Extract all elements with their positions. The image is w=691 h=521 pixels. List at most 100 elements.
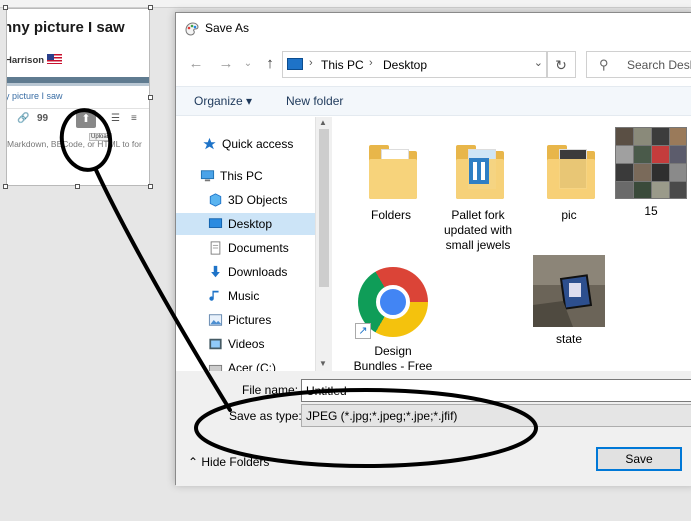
scroll-down-icon[interactable]: ▼ [319,359,327,368]
save-as-type-select[interactable]: JPEG (*.jpg;*.jpeg;*.jpe;*.jfif) [301,404,691,427]
selection-handle[interactable] [148,95,153,100]
hide-folders-toggle[interactable]: ⌃ Hide Folders [188,455,269,469]
search-icon: ⚲ [599,57,609,72]
nav-label: Documents [228,241,289,255]
nav-item-desktop[interactable]: Desktop [176,213,315,235]
photo-grid-thumbnail [615,127,687,199]
header-subbar [7,83,149,86]
file-item-15[interactable]: 15 [611,127,691,219]
nav-scrollbar[interactable]: ▲ ▼ [316,117,332,371]
address-bar[interactable]: › This PC › Desktop ⌄ [282,51,548,78]
nav-item-downloads[interactable]: Downloads [176,261,315,283]
file-item-state[interactable]: state [529,255,609,347]
video-icon [209,338,222,350]
refresh-button[interactable]: ↻ [546,51,576,78]
list-icon[interactable]: ☰ [111,113,120,124]
file-name: pic [561,208,577,222]
divider [7,108,149,109]
save-button[interactable]: Save [596,447,682,471]
file-item-design-bundles[interactable]: ↗ Design Bundles - Free and [353,267,433,371]
nav-item-videos[interactable]: Videos [176,333,315,355]
file-name-label: File name: [242,383,299,397]
document-icon [210,241,221,255]
chevron-down-icon[interactable]: ⌄ [534,56,543,69]
download-icon [211,265,220,278]
pasted-forum-screenshot: nny picture I saw Harrison y picture I s… [6,8,150,186]
dialog-title: Save As [205,21,250,35]
cube-icon [209,193,222,207]
nav-item-pictures[interactable]: Pictures [176,309,315,331]
desktop-icon [208,218,223,228]
search-box[interactable]: ⚲ Search Desktop [586,51,691,78]
save-as-dialog: Save As ← → ⌄ ↑ › This PC › Desktop ⌄ ↻ … [175,12,691,486]
breadcrumb-this-pc[interactable]: This PC [321,58,364,72]
nav-label: Downloads [228,265,288,279]
scroll-up-icon[interactable]: ▲ [319,118,327,127]
file-item-pallet-fork[interactable]: Pallet fork updated with small jewels [438,131,518,253]
search-placeholder: Search Desktop [627,58,691,72]
star-icon [203,137,216,150]
nav-label: This PC [220,169,263,183]
numbered-list-icon[interactable]: ≡ [131,113,137,124]
file-name: 15 [644,204,658,218]
navigation-row: ← → ⌄ ↑ › This PC › Desktop ⌄ ↻ ⚲ Search… [176,49,691,79]
folder-icon [533,131,605,205]
nav-label: Music [228,289,260,303]
upload-button[interactable]: ⬆ [76,110,96,128]
author-name: Harrison [6,55,45,66]
folder-icon [442,131,514,205]
breadcrumb-desktop[interactable]: Desktop [383,58,427,72]
pictures-icon [208,314,223,326]
file-item-folders[interactable]: Folders [351,131,431,223]
selection-handle[interactable] [3,184,8,189]
organize-button[interactable]: Organize ▾ [194,94,252,108]
photo-thumbnail [533,255,605,327]
nav-item-music[interactable]: Music [176,285,315,307]
nav-item-quick-access[interactable]: Quick access [176,133,315,155]
file-item-pic[interactable]: pic [529,131,609,223]
music-icon [209,290,219,301]
recent-dropdown-icon[interactable]: ⌄ [238,54,258,74]
this-pc-icon [287,58,303,70]
selection-handle[interactable] [148,5,153,10]
paint-app-icon [185,22,199,36]
scroll-thumb[interactable] [319,129,329,287]
nav-item-this-pc[interactable]: This PC [176,165,315,187]
nav-item-3d-objects[interactable]: 3D Objects [176,189,315,211]
post-author: Harrison [6,54,63,66]
breadcrumb-link[interactable]: y picture I saw [7,91,63,101]
selection-handle[interactable] [75,184,80,189]
nav-item-drive-c[interactable]: Acer (C:) [176,357,315,371]
chevron-right-icon: › [369,57,373,69]
chevron-up-icon: ⌃ [188,455,202,469]
nav-label: Pictures [228,313,272,327]
up-arrow-icon[interactable]: ↑ [260,54,280,74]
quote-icon[interactable]: 99 [37,113,48,124]
shortcut-arrow-icon: ↗ [355,323,371,339]
save-options-panel: File name: Untitled Save as type: JPEG (… [176,371,691,486]
link-icon[interactable]: 🔗 [17,113,29,124]
selection-handle[interactable] [148,184,153,189]
nav-label: Videos [228,337,265,351]
file-name: Design Bundles - Free and [353,344,433,371]
editor-hint: Markdown, BBCode, or HTML to for [7,139,142,149]
back-arrow-icon[interactable]: ← [186,54,206,74]
nav-label: 3D Objects [228,193,288,207]
forward-arrow-icon[interactable]: → [216,54,236,74]
post-title: nny picture I saw [6,19,125,36]
nav-label: Acer (C:) [228,361,276,371]
command-bar: Organize ▾ New folder [176,86,691,116]
computer-icon [200,170,215,182]
file-name: Pallet fork updated with small jewels [443,208,513,252]
nav-label: Quick access [222,137,294,151]
image-thumbnail [533,255,605,329]
us-flag-icon [47,54,63,64]
selection-handle[interactable] [3,5,8,10]
new-folder-button[interactable]: New folder [286,94,343,108]
file-name: Folders [370,208,411,222]
file-name-input[interactable]: Untitled [301,379,691,402]
save-as-type-label: Save as type: [229,409,302,423]
dialog-titlebar[interactable]: Save As [176,13,691,44]
navigation-pane: Quick access This PC 3D Objects Desktop … [176,117,316,371]
nav-item-documents[interactable]: Documents [176,237,315,259]
